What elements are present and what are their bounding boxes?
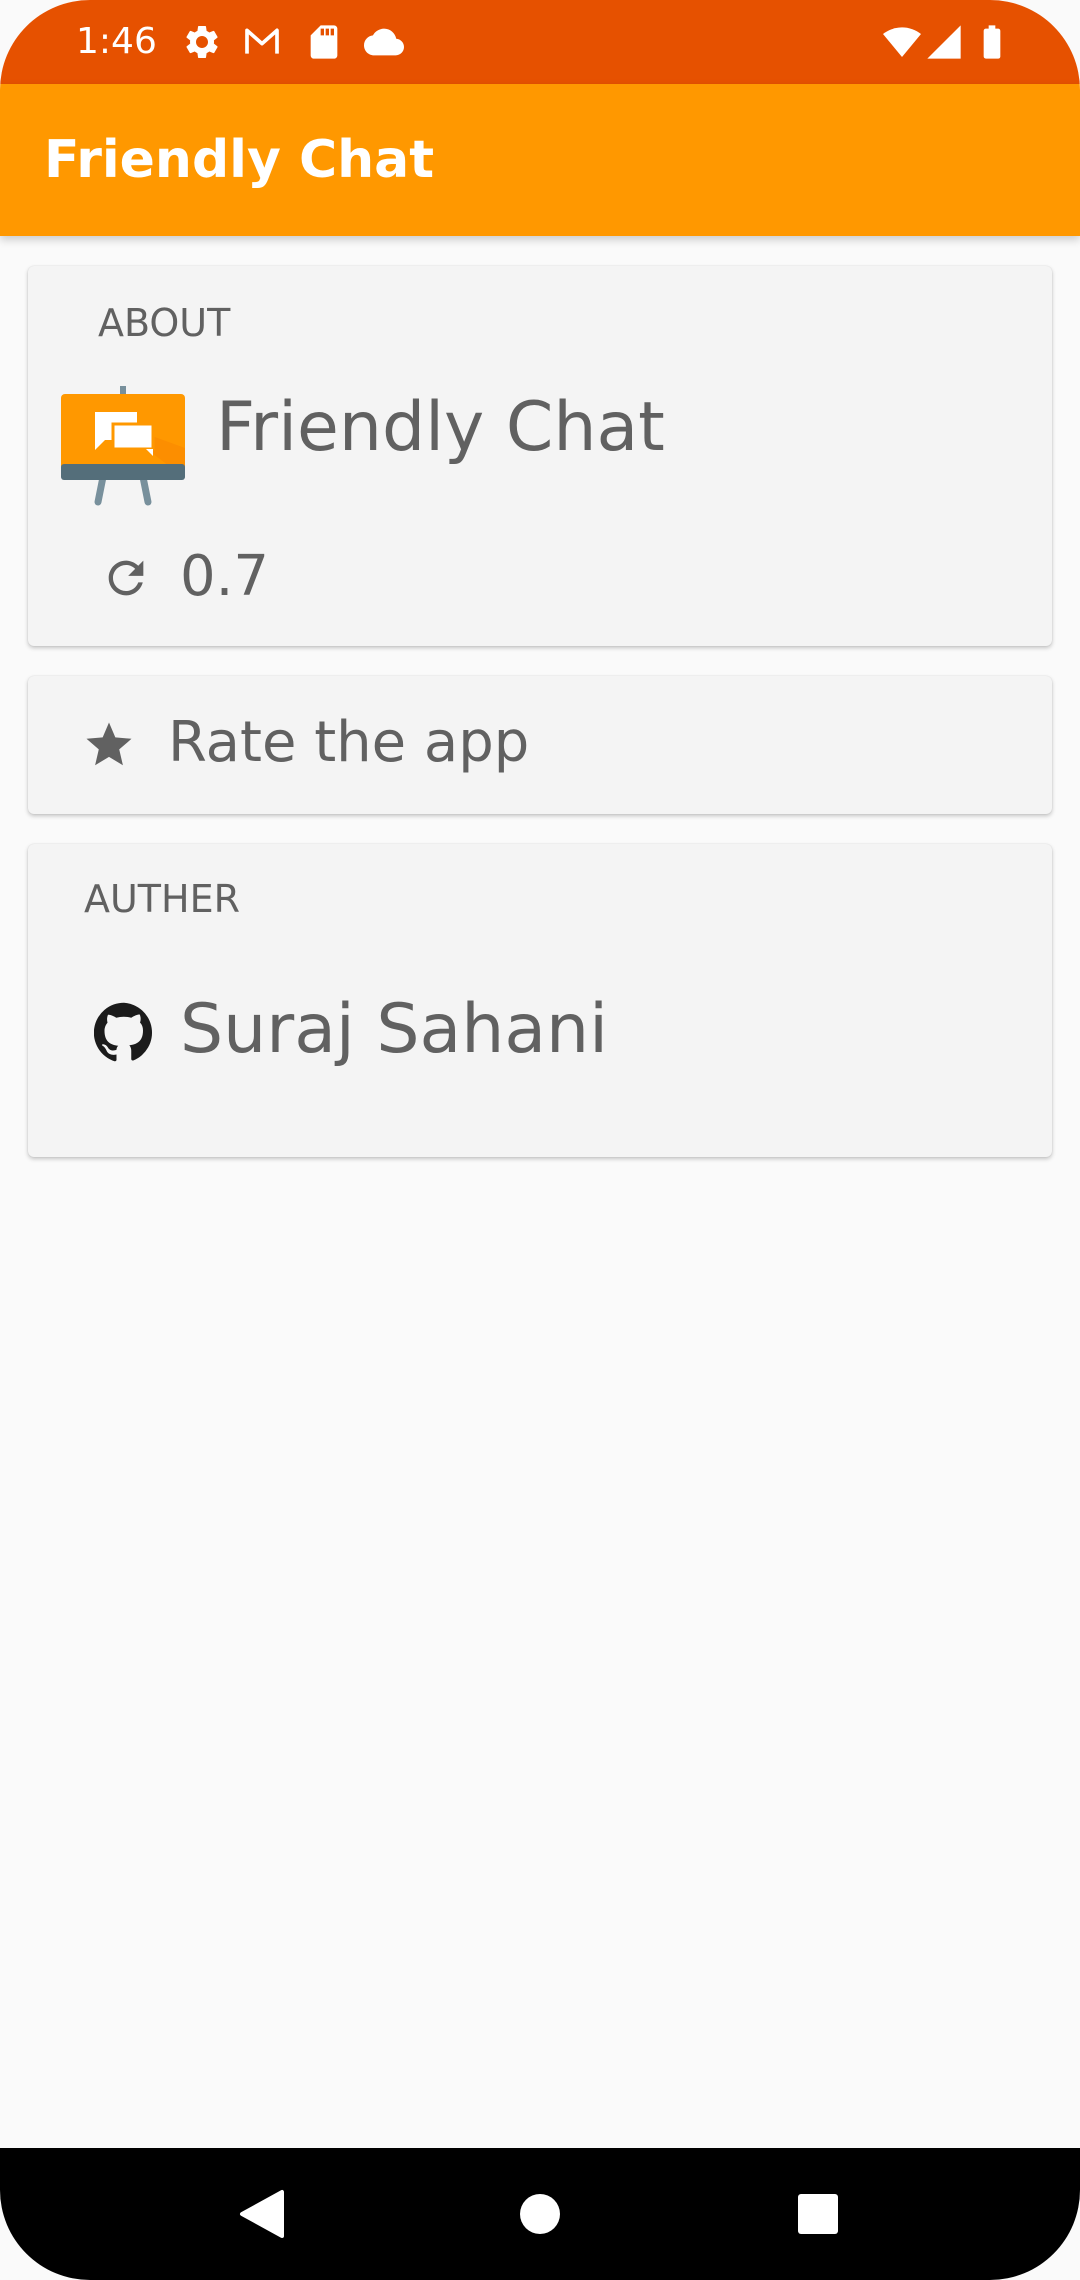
author-card: AUTHER Suraj Sahani	[28, 844, 1052, 1157]
author-section-label: AUTHER	[84, 877, 241, 921]
wifi-icon	[882, 22, 922, 62]
phone-screen: 1:46 Friendly Chat ABOUT Friendly Chat 0…	[0, 0, 1080, 2280]
status-time: 1:46	[76, 21, 157, 62]
sd-card-icon	[304, 22, 344, 62]
app-logo-icon	[58, 380, 188, 510]
rate-the-app-button[interactable]: Rate the app	[28, 676, 1052, 814]
app-bar-title: Friendly Chat	[44, 130, 435, 190]
star-icon	[82, 718, 136, 772]
rate-the-app-label: Rate the app	[168, 710, 530, 775]
settings-icon	[182, 22, 222, 62]
navigation-bar	[0, 2148, 1080, 2280]
home-icon[interactable]	[502, 2176, 578, 2252]
about-section-label: ABOUT	[98, 301, 231, 345]
battery-icon	[972, 22, 1012, 62]
cloud-icon	[364, 22, 404, 62]
gmail-icon	[242, 22, 282, 62]
app-name: Friendly Chat	[216, 388, 665, 467]
version-number: 0.7	[180, 544, 270, 609]
about-card: ABOUT Friendly Chat 0.7	[28, 266, 1052, 646]
status-bar: 1:46	[0, 0, 1080, 84]
recents-icon[interactable]	[780, 2176, 856, 2252]
refresh-icon	[100, 552, 152, 604]
signal-icon	[924, 22, 964, 62]
app-bar: Friendly Chat	[0, 84, 1080, 236]
github-icon[interactable]	[93, 1002, 154, 1062]
back-icon[interactable]	[224, 2176, 300, 2252]
author-name[interactable]: Suraj Sahani	[180, 988, 608, 1072]
